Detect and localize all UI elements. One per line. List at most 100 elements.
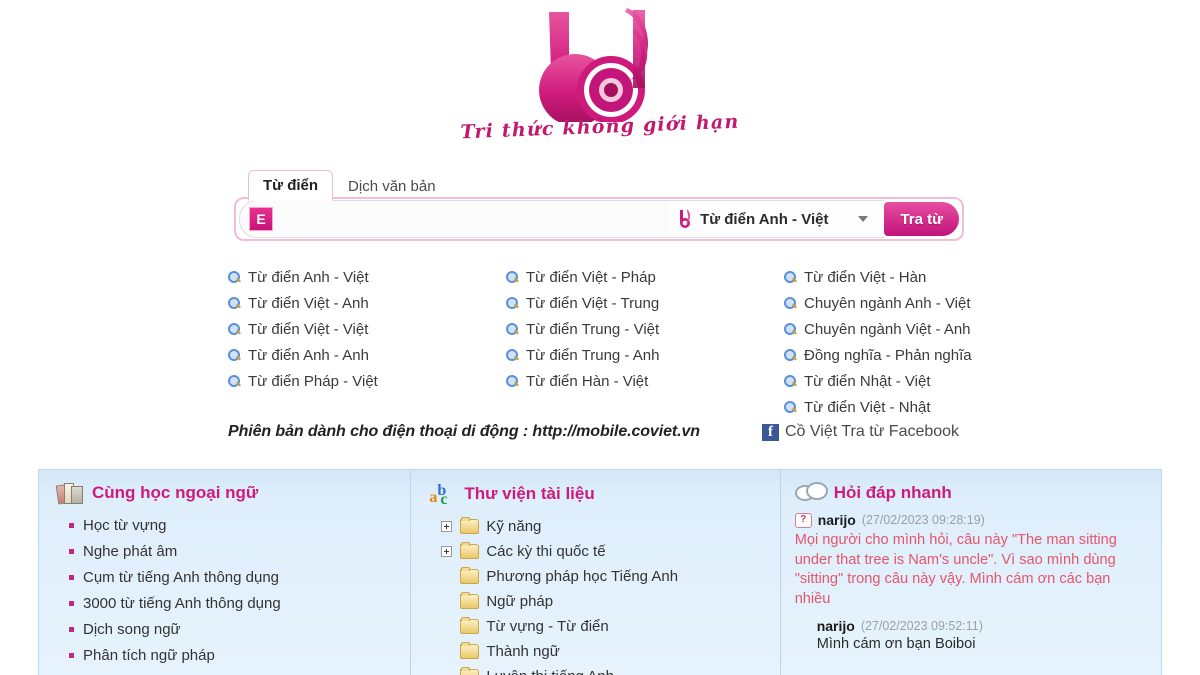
- chevron-down-icon: [858, 216, 869, 222]
- search-icon: [228, 374, 241, 388]
- expand-icon[interactable]: [441, 546, 453, 557]
- dictionary-link-label: Từ điển Trung - Việt: [526, 320, 660, 338]
- dictionary-link[interactable]: Từ điển Trung - Việt: [506, 316, 784, 342]
- dictionary-link-label: Từ điển Nhật - Việt: [804, 372, 931, 390]
- tree-item[interactable]: Các kỳ thi quốc tế: [429, 539, 779, 564]
- search-icon: [784, 400, 797, 414]
- tree-item[interactable]: Kỹ năng: [429, 514, 779, 539]
- list-item-label: Dịch song ngữ: [83, 620, 181, 638]
- search-icon: [784, 348, 797, 362]
- dictionary-links-column-1: Từ điển Anh - Việt Từ điển Việt - Anh Từ…: [228, 264, 506, 420]
- expand-placeholder-icon: [441, 571, 452, 582]
- dictionary-link[interactable]: Từ điển Anh - Anh: [228, 342, 506, 368]
- bullet-icon: [69, 652, 74, 658]
- dictionary-link-label: Từ điển Anh - Anh: [248, 346, 369, 364]
- tree-item[interactable]: Từ vựng - Từ điển: [429, 614, 779, 639]
- search-input[interactable]: [273, 203, 669, 235]
- search-icon: [784, 270, 797, 284]
- site-logo[interactable]: Tri thức không giới hạn: [0, 4, 1200, 143]
- folder-icon: [460, 667, 480, 675]
- tree-item-label: Từ vựng - Từ điển: [486, 618, 609, 635]
- qa-reply-meta: narijo (27/02/2023 09:52:11): [817, 618, 1161, 634]
- folder-icon: [460, 567, 480, 584]
- expand-placeholder-icon: [441, 646, 452, 657]
- qa-reply-user[interactable]: narijo: [817, 618, 855, 634]
- tree-item-label: Các kỳ thi quốc tế: [486, 543, 606, 560]
- search-icon: [506, 296, 519, 310]
- list-item[interactable]: Học từ vựng: [57, 512, 410, 538]
- list-item-label: Nghe phát âm: [83, 542, 178, 560]
- dictionary-link-label: Từ điển Việt - Trung: [526, 294, 660, 312]
- question-icon: ?: [794, 512, 812, 528]
- qa-question-user[interactable]: narijo: [818, 512, 856, 528]
- dictionary-link-label: Từ điển Trung - Anh: [526, 346, 660, 364]
- dictionary-link[interactable]: Từ điển Pháp - Việt: [228, 368, 506, 394]
- dictionary-link[interactable]: Từ điển Việt - Nhật: [784, 394, 1054, 420]
- dictionary-link[interactable]: Từ điển Anh - Việt: [228, 264, 506, 290]
- bullet-icon: [69, 522, 74, 528]
- list-item-label: 3000 từ tiếng Anh thông dụng: [83, 594, 281, 612]
- folder-icon: [460, 542, 480, 559]
- dictionary-select[interactable]: Từ điển Anh - Việt: [668, 200, 885, 238]
- search-icon: [506, 348, 519, 362]
- dictionary-link[interactable]: Từ điển Việt - Anh: [228, 290, 506, 316]
- list-item[interactable]: Cụm từ tiếng Anh thông dụng: [57, 564, 410, 590]
- dictionary-link-label: Từ điển Việt - Hàn: [804, 268, 927, 286]
- dictionary-link[interactable]: Chuyên ngành Việt - Anh: [784, 316, 1054, 342]
- panel-library-header: abc Thư viện tài liệu: [429, 482, 779, 508]
- dictionary-link[interactable]: Từ điển Việt - Pháp: [506, 264, 784, 290]
- list-item[interactable]: 3000 từ tiếng Anh thông dụng: [57, 590, 410, 616]
- list-item-label: Cụm từ tiếng Anh thông dụng: [83, 568, 280, 586]
- dictionary-link[interactable]: Chuyên ngành Anh - Việt: [784, 290, 1054, 316]
- qa-question-body[interactable]: Mọi người cho mình hỏi, câu này "The man…: [795, 531, 1147, 609]
- dictionary-link[interactable]: Từ điển Nhật - Việt: [784, 368, 1054, 394]
- tree-item-label: Kỹ năng: [486, 518, 542, 535]
- search-tabs: Từ điển Dịch văn bản: [248, 169, 451, 201]
- books-icon: [55, 482, 83, 505]
- dictionary-link[interactable]: Từ điển Hàn - Việt: [506, 368, 784, 394]
- dictionary-link[interactable]: Từ điển Việt - Việt: [228, 316, 506, 342]
- tree-item[interactable]: Thành ngữ: [429, 639, 779, 664]
- tree-item[interactable]: Ngữ pháp: [429, 589, 779, 614]
- dictionary-link-label: Chuyên ngành Anh - Việt: [804, 294, 971, 312]
- panel-library-title: Thư viện tài liệu: [464, 484, 595, 503]
- search-icon: [228, 270, 241, 284]
- tree-item[interactable]: Luyện thi tiếng Anh: [429, 664, 779, 675]
- source-language-badge[interactable]: E: [249, 207, 273, 231]
- search-icon: [784, 296, 797, 310]
- facebook-link[interactable]: f Cồ Việt Tra từ Facebook: [762, 423, 959, 441]
- dictionary-link-label: Từ điển Pháp - Việt: [248, 372, 378, 390]
- list-item[interactable]: Phân tích ngữ pháp: [57, 642, 410, 668]
- list-item[interactable]: Dịch song ngữ: [57, 616, 410, 642]
- dictionary-link[interactable]: Từ điển Việt - Hàn: [784, 264, 1054, 290]
- tree-item-label: Thành ngữ: [486, 643, 560, 660]
- tree-item-label: Phương pháp học Tiếng Anh: [486, 568, 679, 585]
- folder-icon: [460, 642, 480, 659]
- list-item[interactable]: Nghe phát âm: [57, 538, 410, 564]
- list-item-label: Học từ vựng: [83, 516, 167, 534]
- dictionary-link[interactable]: Từ điển Việt - Trung: [506, 290, 784, 316]
- bullet-icon: [69, 548, 74, 554]
- expand-icon[interactable]: [441, 521, 453, 532]
- dictionary-link-label: Từ điển Hàn - Việt: [526, 372, 649, 390]
- dictionary-link-label: Chuyên ngành Việt - Anh: [804, 320, 971, 338]
- bullet-icon: [69, 626, 74, 632]
- dictionary-link[interactable]: Đồng nghĩa - Phản nghĩa: [784, 342, 1054, 368]
- panel-learn-title: Cùng học ngoại ngữ: [92, 483, 259, 502]
- library-tree: Kỹ năng Các kỳ thi quốc tế Phương pháp h…: [429, 514, 779, 675]
- tab-tu-dien[interactable]: Từ điển: [248, 170, 334, 201]
- dictionary-select-label: Từ điển Anh - Việt: [700, 210, 829, 228]
- qa-reply-body: Mình cám ơn bạn Boiboi: [816, 636, 976, 652]
- search-icon: [506, 374, 519, 388]
- bullet-icon: [69, 600, 74, 606]
- dictionary-links-column-2: Từ điển Việt - Pháp Từ điển Việt - Trung…: [506, 264, 784, 420]
- qa-reply: narijo (27/02/2023 09:52:11) Mình cám ơn…: [795, 618, 1161, 654]
- search-submit-button[interactable]: Tra từ: [884, 202, 959, 236]
- dictionary-link-label: Từ điển Việt - Pháp: [526, 268, 656, 286]
- expand-placeholder-icon: [441, 621, 452, 632]
- dictionary-link[interactable]: Từ điển Trung - Anh: [506, 342, 784, 368]
- qa-question-meta: ? narijo (27/02/2023 09:28:19): [794, 512, 1161, 528]
- coviet-logo-icon: [539, 8, 648, 122]
- tree-item[interactable]: Phương pháp học Tiếng Anh: [429, 564, 779, 589]
- dictionary-link-label: Từ điển Việt - Nhật: [804, 398, 931, 416]
